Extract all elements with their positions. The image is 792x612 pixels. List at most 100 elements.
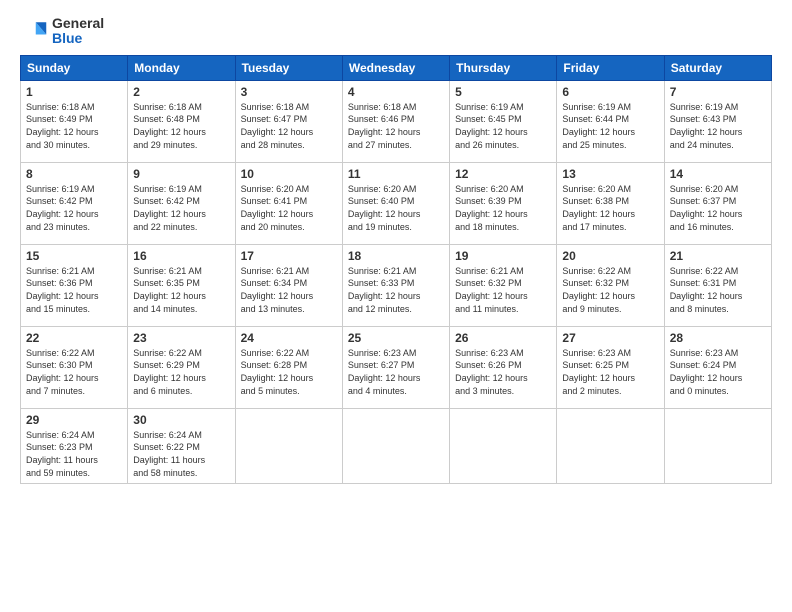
calendar-week-row: 15 Sunrise: 6:21 AMSunset: 6:36 PMDaylig… xyxy=(21,244,772,326)
day-number: 21 xyxy=(670,249,766,263)
day-number: 9 xyxy=(133,167,229,181)
day-info: Sunrise: 6:20 AMSunset: 6:38 PMDaylight:… xyxy=(562,183,658,233)
day-info: Sunrise: 6:22 AMSunset: 6:31 PMDaylight:… xyxy=(670,265,766,315)
day-info: Sunrise: 6:19 AMSunset: 6:42 PMDaylight:… xyxy=(26,183,122,233)
day-number: 4 xyxy=(348,85,444,99)
calendar-day-cell: 16 Sunrise: 6:21 AMSunset: 6:35 PMDaylig… xyxy=(128,244,235,326)
calendar-day-cell: 7 Sunrise: 6:19 AMSunset: 6:43 PMDayligh… xyxy=(664,80,771,162)
weekday-header-cell: Sunday xyxy=(21,55,128,80)
day-info: Sunrise: 6:24 AMSunset: 6:23 PMDaylight:… xyxy=(26,429,122,479)
day-number: 22 xyxy=(26,331,122,345)
logo-text: General Blue xyxy=(52,16,104,47)
calendar-day-cell: 20 Sunrise: 6:22 AMSunset: 6:32 PMDaylig… xyxy=(557,244,664,326)
logo-general: General xyxy=(52,15,104,31)
calendar-week-row: 29 Sunrise: 6:24 AMSunset: 6:23 PMDaylig… xyxy=(21,408,772,483)
day-info: Sunrise: 6:18 AMSunset: 6:46 PMDaylight:… xyxy=(348,101,444,151)
calendar-day-cell xyxy=(664,408,771,483)
logo: General Blue xyxy=(20,16,104,47)
weekday-header-cell: Thursday xyxy=(450,55,557,80)
day-info: Sunrise: 6:21 AMSunset: 6:32 PMDaylight:… xyxy=(455,265,551,315)
calendar-day-cell: 23 Sunrise: 6:22 AMSunset: 6:29 PMDaylig… xyxy=(128,326,235,408)
day-number: 26 xyxy=(455,331,551,345)
day-info: Sunrise: 6:18 AMSunset: 6:47 PMDaylight:… xyxy=(241,101,337,151)
calendar-day-cell: 30 Sunrise: 6:24 AMSunset: 6:22 PMDaylig… xyxy=(128,408,235,483)
day-number: 25 xyxy=(348,331,444,345)
day-number: 16 xyxy=(133,249,229,263)
day-number: 19 xyxy=(455,249,551,263)
page: General Blue SundayMondayTuesdayWednesda… xyxy=(0,0,792,612)
day-info: Sunrise: 6:21 AMSunset: 6:33 PMDaylight:… xyxy=(348,265,444,315)
day-number: 10 xyxy=(241,167,337,181)
day-number: 27 xyxy=(562,331,658,345)
day-number: 7 xyxy=(670,85,766,99)
logo-icon xyxy=(20,17,48,45)
day-number: 24 xyxy=(241,331,337,345)
day-number: 14 xyxy=(670,167,766,181)
calendar-day-cell: 28 Sunrise: 6:23 AMSunset: 6:24 PMDaylig… xyxy=(664,326,771,408)
calendar-week-row: 1 Sunrise: 6:18 AMSunset: 6:49 PMDayligh… xyxy=(21,80,772,162)
day-info: Sunrise: 6:20 AMSunset: 6:41 PMDaylight:… xyxy=(241,183,337,233)
day-info: Sunrise: 6:19 AMSunset: 6:42 PMDaylight:… xyxy=(133,183,229,233)
day-info: Sunrise: 6:22 AMSunset: 6:29 PMDaylight:… xyxy=(133,347,229,397)
day-number: 8 xyxy=(26,167,122,181)
calendar-day-cell: 5 Sunrise: 6:19 AMSunset: 6:45 PMDayligh… xyxy=(450,80,557,162)
header: General Blue xyxy=(20,16,772,47)
calendar-day-cell: 27 Sunrise: 6:23 AMSunset: 6:25 PMDaylig… xyxy=(557,326,664,408)
calendar-day-cell: 10 Sunrise: 6:20 AMSunset: 6:41 PMDaylig… xyxy=(235,162,342,244)
day-info: Sunrise: 6:22 AMSunset: 6:30 PMDaylight:… xyxy=(26,347,122,397)
calendar-week-row: 8 Sunrise: 6:19 AMSunset: 6:42 PMDayligh… xyxy=(21,162,772,244)
weekday-header-cell: Saturday xyxy=(664,55,771,80)
weekday-header: SundayMondayTuesdayWednesdayThursdayFrid… xyxy=(21,55,772,80)
day-number: 30 xyxy=(133,413,229,427)
day-info: Sunrise: 6:23 AMSunset: 6:26 PMDaylight:… xyxy=(455,347,551,397)
calendar-body: 1 Sunrise: 6:18 AMSunset: 6:49 PMDayligh… xyxy=(21,80,772,483)
day-info: Sunrise: 6:20 AMSunset: 6:40 PMDaylight:… xyxy=(348,183,444,233)
day-info: Sunrise: 6:18 AMSunset: 6:48 PMDaylight:… xyxy=(133,101,229,151)
calendar-day-cell: 8 Sunrise: 6:19 AMSunset: 6:42 PMDayligh… xyxy=(21,162,128,244)
calendar-day-cell: 18 Sunrise: 6:21 AMSunset: 6:33 PMDaylig… xyxy=(342,244,449,326)
day-info: Sunrise: 6:20 AMSunset: 6:39 PMDaylight:… xyxy=(455,183,551,233)
calendar-week-row: 22 Sunrise: 6:22 AMSunset: 6:30 PMDaylig… xyxy=(21,326,772,408)
day-info: Sunrise: 6:19 AMSunset: 6:44 PMDaylight:… xyxy=(562,101,658,151)
day-number: 1 xyxy=(26,85,122,99)
day-info: Sunrise: 6:23 AMSunset: 6:25 PMDaylight:… xyxy=(562,347,658,397)
calendar: SundayMondayTuesdayWednesdayThursdayFrid… xyxy=(20,55,772,484)
day-number: 20 xyxy=(562,249,658,263)
day-number: 3 xyxy=(241,85,337,99)
logo-blue: Blue xyxy=(52,30,82,46)
calendar-day-cell: 21 Sunrise: 6:22 AMSunset: 6:31 PMDaylig… xyxy=(664,244,771,326)
calendar-day-cell: 19 Sunrise: 6:21 AMSunset: 6:32 PMDaylig… xyxy=(450,244,557,326)
calendar-day-cell: 9 Sunrise: 6:19 AMSunset: 6:42 PMDayligh… xyxy=(128,162,235,244)
day-number: 2 xyxy=(133,85,229,99)
day-number: 29 xyxy=(26,413,122,427)
day-info: Sunrise: 6:22 AMSunset: 6:32 PMDaylight:… xyxy=(562,265,658,315)
day-number: 12 xyxy=(455,167,551,181)
weekday-header-cell: Wednesday xyxy=(342,55,449,80)
weekday-header-cell: Tuesday xyxy=(235,55,342,80)
day-number: 5 xyxy=(455,85,551,99)
day-info: Sunrise: 6:21 AMSunset: 6:35 PMDaylight:… xyxy=(133,265,229,315)
calendar-day-cell xyxy=(450,408,557,483)
day-info: Sunrise: 6:18 AMSunset: 6:49 PMDaylight:… xyxy=(26,101,122,151)
calendar-day-cell: 11 Sunrise: 6:20 AMSunset: 6:40 PMDaylig… xyxy=(342,162,449,244)
day-info: Sunrise: 6:21 AMSunset: 6:36 PMDaylight:… xyxy=(26,265,122,315)
day-info: Sunrise: 6:20 AMSunset: 6:37 PMDaylight:… xyxy=(670,183,766,233)
weekday-header-cell: Friday xyxy=(557,55,664,80)
day-number: 11 xyxy=(348,167,444,181)
calendar-day-cell: 4 Sunrise: 6:18 AMSunset: 6:46 PMDayligh… xyxy=(342,80,449,162)
day-info: Sunrise: 6:19 AMSunset: 6:45 PMDaylight:… xyxy=(455,101,551,151)
calendar-day-cell xyxy=(342,408,449,483)
calendar-day-cell: 12 Sunrise: 6:20 AMSunset: 6:39 PMDaylig… xyxy=(450,162,557,244)
calendar-day-cell: 2 Sunrise: 6:18 AMSunset: 6:48 PMDayligh… xyxy=(128,80,235,162)
day-info: Sunrise: 6:23 AMSunset: 6:27 PMDaylight:… xyxy=(348,347,444,397)
day-number: 13 xyxy=(562,167,658,181)
calendar-day-cell: 13 Sunrise: 6:20 AMSunset: 6:38 PMDaylig… xyxy=(557,162,664,244)
calendar-day-cell: 24 Sunrise: 6:22 AMSunset: 6:28 PMDaylig… xyxy=(235,326,342,408)
calendar-day-cell: 26 Sunrise: 6:23 AMSunset: 6:26 PMDaylig… xyxy=(450,326,557,408)
day-number: 28 xyxy=(670,331,766,345)
day-info: Sunrise: 6:19 AMSunset: 6:43 PMDaylight:… xyxy=(670,101,766,151)
day-info: Sunrise: 6:22 AMSunset: 6:28 PMDaylight:… xyxy=(241,347,337,397)
calendar-day-cell: 14 Sunrise: 6:20 AMSunset: 6:37 PMDaylig… xyxy=(664,162,771,244)
day-info: Sunrise: 6:24 AMSunset: 6:22 PMDaylight:… xyxy=(133,429,229,479)
calendar-day-cell: 6 Sunrise: 6:19 AMSunset: 6:44 PMDayligh… xyxy=(557,80,664,162)
